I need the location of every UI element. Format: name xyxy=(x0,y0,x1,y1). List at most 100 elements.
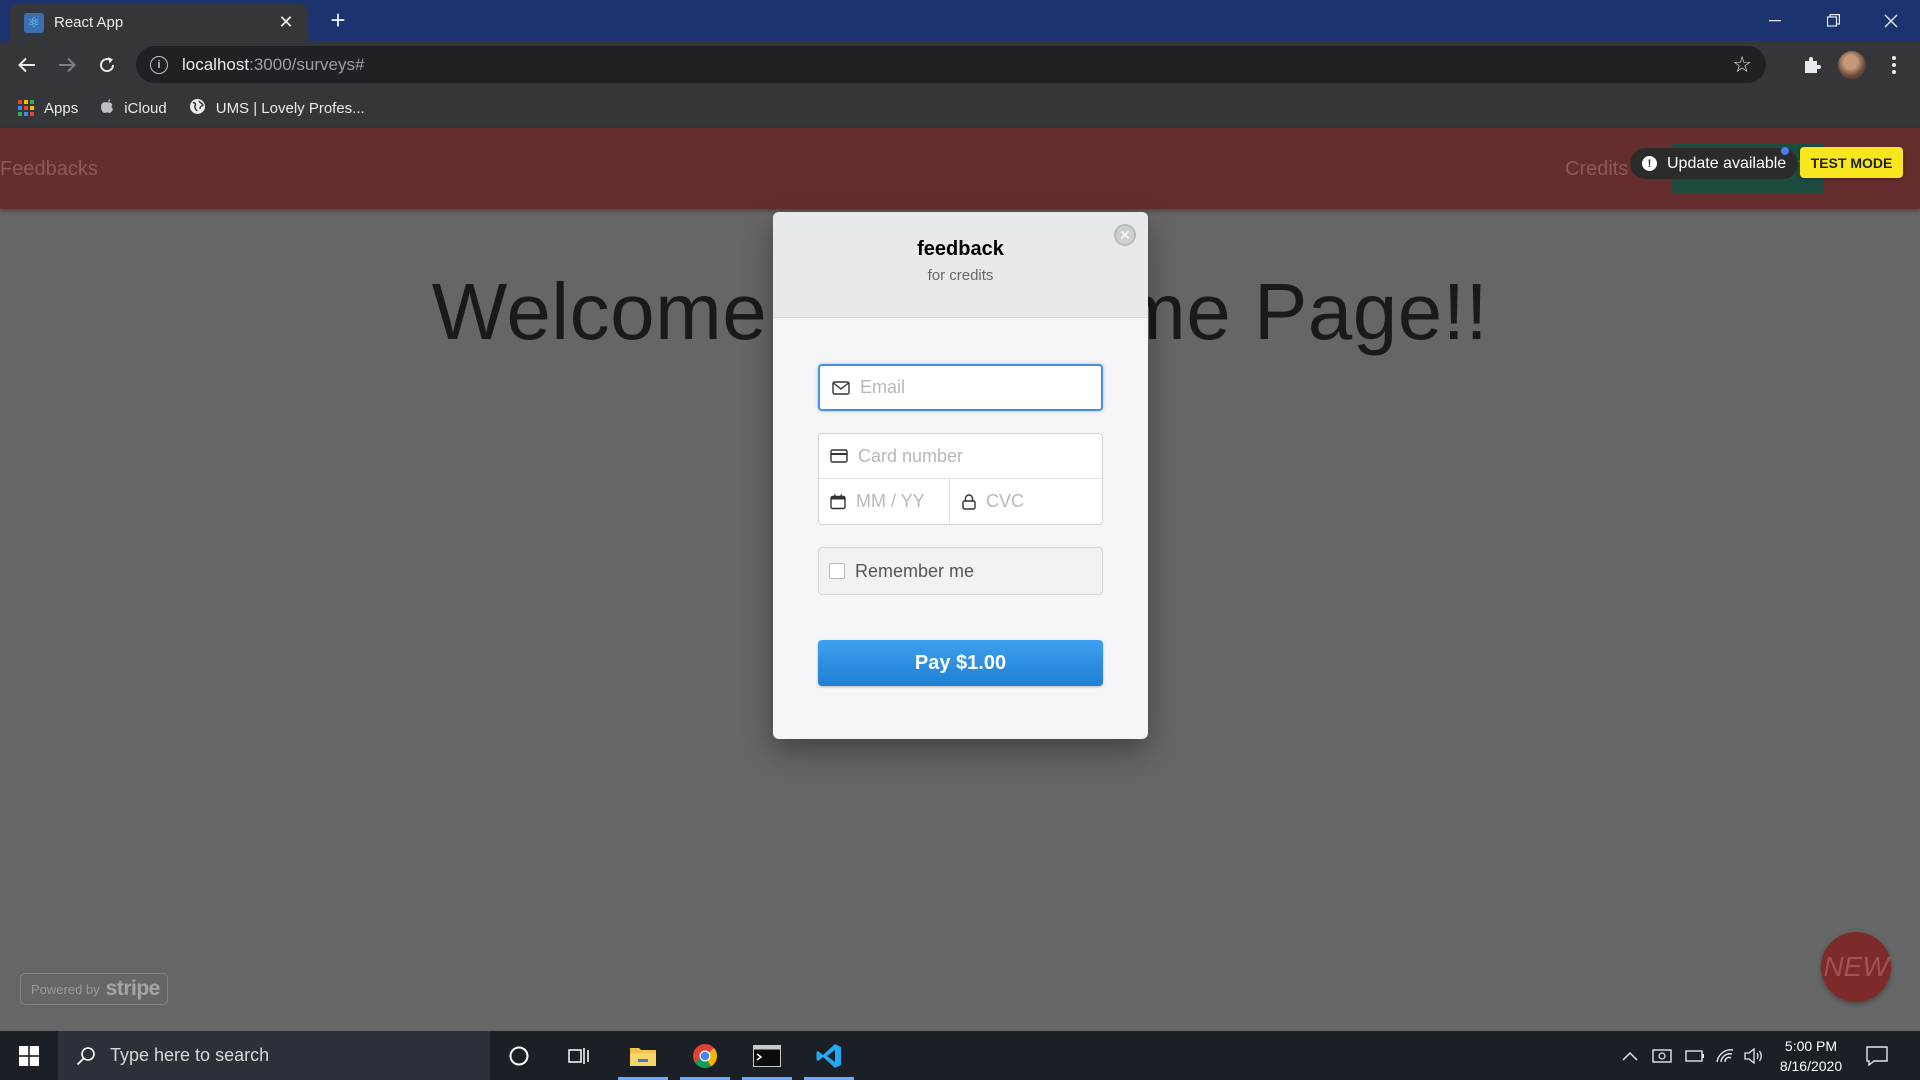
pay-button[interactable]: Pay $1.00 xyxy=(818,640,1103,686)
search-placeholder: Type here to search xyxy=(110,1045,270,1065)
stripe-checkout-modal: feedback for credits ✕ Remember me Pay $… xyxy=(773,212,1148,739)
card-secondary-row xyxy=(819,479,1102,524)
email-input[interactable] xyxy=(860,377,1090,398)
tray-volume[interactable] xyxy=(1744,1031,1764,1080)
windows-taskbar: Type here to search 5:00 PM 8/16/2020 xyxy=(0,1031,1920,1080)
cortana-button[interactable] xyxy=(490,1031,548,1080)
close-window-button[interactable] xyxy=(1862,0,1920,41)
start-button[interactable] xyxy=(0,1031,58,1080)
globe-icon xyxy=(189,98,206,119)
windows-logo-icon xyxy=(19,1045,39,1066)
card-details-group xyxy=(818,433,1103,525)
show-hidden-icons-button[interactable] xyxy=(1622,1031,1638,1080)
search-icon xyxy=(76,1046,95,1065)
update-available-pill[interactable]: ! Update available xyxy=(1630,148,1799,179)
bookmark-label: Apps xyxy=(44,99,79,117)
extensions-icon[interactable] xyxy=(1798,51,1826,79)
bookmark-ums[interactable]: UMS | Lovely Profes... xyxy=(189,98,365,119)
file-explorer-button[interactable] xyxy=(614,1031,672,1080)
credit-card-icon xyxy=(830,449,848,463)
update-indicator-dot xyxy=(1781,147,1789,155)
bookmark-label: iCloud xyxy=(124,99,167,117)
remember-me-toggle[interactable]: Remember me xyxy=(818,547,1103,595)
menu-kebab-icon[interactable] xyxy=(1880,51,1908,79)
modal-title: feedback xyxy=(917,238,1004,260)
speaker-icon xyxy=(1744,1047,1762,1064)
alert-icon: ! xyxy=(1642,156,1657,171)
modal-header: feedback for credits ✕ xyxy=(773,212,1148,318)
test-mode-badge: TEST MODE xyxy=(1800,147,1903,178)
close-icon xyxy=(1884,14,1898,27)
tray-network-adapter[interactable] xyxy=(1652,1031,1672,1080)
chrome-button[interactable] xyxy=(676,1031,734,1080)
expiry-input[interactable] xyxy=(856,491,946,512)
remember-me-label: Remember me xyxy=(855,560,975,581)
forward-arrow-icon xyxy=(59,57,76,73)
new-tab-button[interactable]: + xyxy=(324,6,352,34)
battery-icon xyxy=(1685,1049,1704,1062)
modal-subtitle: for credits xyxy=(927,267,994,284)
chrome-icon xyxy=(693,1043,718,1068)
cvc-field[interactable] xyxy=(950,479,1076,524)
task-view-button[interactable] xyxy=(550,1031,608,1080)
card-number-field[interactable] xyxy=(819,434,1102,479)
reload-button[interactable] xyxy=(91,49,123,81)
bookmark-icloud[interactable]: iCloud xyxy=(100,98,167,118)
bookmark-star-icon[interactable]: ☆ xyxy=(1732,52,1752,78)
task-view-icon xyxy=(568,1047,589,1064)
forward-button[interactable] xyxy=(51,49,83,81)
site-info-icon[interactable]: i xyxy=(150,55,168,74)
tray-wifi[interactable] xyxy=(1715,1031,1735,1080)
apple-icon xyxy=(100,98,114,118)
envelope-icon xyxy=(832,380,850,395)
cortana-circle-icon xyxy=(509,1046,529,1065)
back-arrow-icon xyxy=(18,57,35,73)
new-survey-button[interactable]: NEW xyxy=(1821,932,1891,1002)
chevron-up-icon xyxy=(1622,1051,1638,1061)
powered-by-label: Powered by xyxy=(31,981,100,997)
vscode-icon xyxy=(816,1043,841,1068)
browser-toolbar: i localhost:3000/surveys# ☆ xyxy=(0,41,1920,88)
email-field[interactable] xyxy=(818,364,1103,411)
reload-icon xyxy=(100,57,115,73)
close-tab-icon[interactable]: ✕ xyxy=(276,12,296,33)
restore-button[interactable] xyxy=(1804,0,1862,41)
url-text: localhost:3000/surveys# xyxy=(182,54,365,74)
folder-icon xyxy=(630,1047,656,1066)
react-icon: ⚛ xyxy=(24,12,44,33)
cvc-input[interactable] xyxy=(986,491,1076,512)
taskbar-clock[interactable]: 5:00 PM 8/16/2020 xyxy=(1766,1036,1856,1076)
card-number-input[interactable] xyxy=(858,445,1088,467)
clock-date: 8/16/2020 xyxy=(1779,1058,1843,1074)
lock-icon xyxy=(962,493,976,510)
minimize-button[interactable] xyxy=(1746,0,1804,41)
update-label: Update available xyxy=(1667,154,1787,172)
bookmark-label: UMS | Lovely Profes... xyxy=(215,99,365,117)
action-center-button[interactable] xyxy=(1866,1031,1888,1080)
minimize-icon xyxy=(1769,19,1781,21)
remember-me-checkbox[interactable] xyxy=(829,563,845,579)
vscode-button[interactable] xyxy=(800,1031,858,1080)
taskbar-search[interactable]: Type here to search xyxy=(58,1031,490,1080)
brand-logo[interactable]: Feedbacks xyxy=(0,158,98,181)
tray-battery[interactable] xyxy=(1685,1031,1705,1080)
powered-by-stripe[interactable]: Powered by stripe xyxy=(20,973,168,1005)
bookmark-apps[interactable]: Apps xyxy=(18,100,78,117)
bookmarks-bar: Apps iCloud UMS | Lovely Profes... xyxy=(0,88,1920,128)
address-bar[interactable]: i localhost:3000/surveys# ☆ xyxy=(136,46,1766,83)
close-modal-button[interactable]: ✕ xyxy=(1114,224,1136,246)
wifi-icon xyxy=(1716,1048,1734,1062)
back-button[interactable] xyxy=(11,49,43,81)
tab-title: React App xyxy=(54,14,124,31)
notification-icon xyxy=(1866,1045,1888,1066)
browser-tab[interactable]: ⚛ React App ✕ xyxy=(10,4,308,41)
profile-avatar[interactable] xyxy=(1838,51,1866,79)
restore-icon xyxy=(1826,14,1840,27)
monitor-sync-icon xyxy=(1652,1048,1672,1063)
stripe-logo-text: stripe xyxy=(105,977,161,1000)
terminal-button[interactable] xyxy=(738,1031,796,1080)
clock-time: 5:00 PM xyxy=(1784,1038,1838,1054)
calendar-icon xyxy=(830,494,846,509)
browser-titlebar: ⚛ React App ✕ + xyxy=(0,0,1920,41)
expiry-field[interactable] xyxy=(819,479,950,524)
